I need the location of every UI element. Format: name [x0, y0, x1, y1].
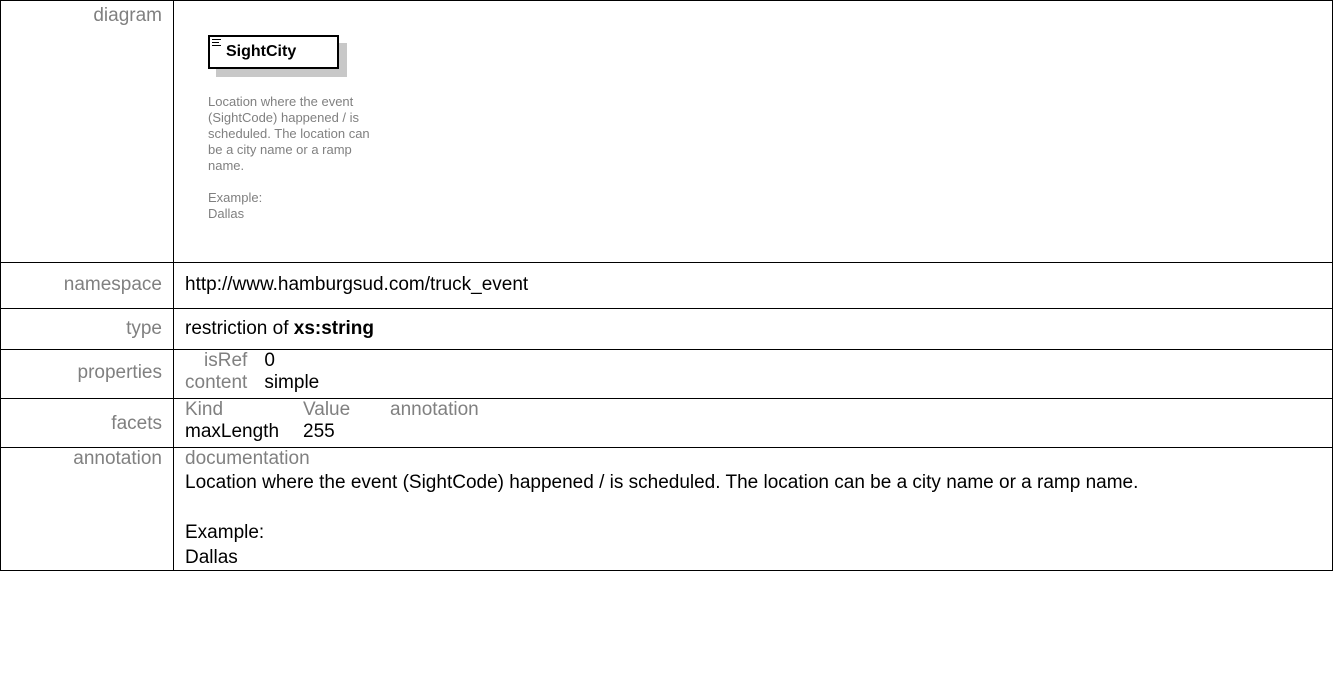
- facet-value: 255: [303, 421, 335, 442]
- schema-diagram: SightCity Location where the event (Sigh…: [185, 1, 1332, 261]
- facets-header-kind: Kind: [185, 399, 224, 420]
- property-value: simple: [264, 372, 320, 393]
- annotation-block: documentation Location where the event (…: [185, 448, 1332, 570]
- annotation-label: annotation: [73, 448, 162, 469]
- annotation-heading: documentation: [185, 448, 310, 469]
- diagram-label: diagram: [93, 5, 162, 26]
- facets-row: facets Kind Value annotation maxLength 2…: [0, 398, 1333, 448]
- facets-header-annotation: annotation: [390, 399, 479, 420]
- namespace-label: namespace: [63, 274, 162, 295]
- facet-row: maxLength 255: [185, 421, 479, 443]
- type-value: restriction of xs:string: [185, 309, 1332, 340]
- facets-header: Kind Value annotation: [185, 399, 479, 421]
- type-base-link[interactable]: xs:string: [294, 318, 374, 339]
- diagram-label-cell: diagram: [0, 0, 174, 263]
- facets-table: Kind Value annotation maxLength 255: [185, 399, 479, 443]
- diagram-cell: SightCity Location where the event (Sigh…: [173, 0, 1333, 263]
- facets-header-value: Value: [303, 399, 351, 420]
- element-node-doc: Location where the event (SightCode) hap…: [208, 94, 370, 221]
- property-value: 0: [264, 350, 275, 371]
- type-row: type restriction of xs:string: [0, 308, 1333, 350]
- element-lines-icon: [212, 39, 222, 48]
- facets-label: facets: [111, 413, 162, 434]
- annotation-row: annotation documentation Location where …: [0, 447, 1333, 571]
- properties-row: properties isRef 0 content simple: [0, 349, 1333, 399]
- property-key: content: [185, 372, 248, 393]
- property-row: content simple: [185, 372, 319, 394]
- element-doc-table: diagram SightCity Location where the eve…: [0, 0, 1333, 571]
- type-prefix: restriction of: [185, 318, 294, 339]
- property-key: isRef: [204, 350, 248, 371]
- properties-label: properties: [77, 362, 163, 383]
- diagram-row: diagram SightCity Location where the eve…: [0, 0, 1333, 263]
- element-node[interactable]: SightCity: [208, 35, 339, 69]
- element-node-name: SightCity: [226, 43, 297, 60]
- type-label: type: [126, 318, 162, 339]
- facet-kind: maxLength: [185, 421, 280, 442]
- namespace-row: namespace http://www.hamburgsud.com/truc…: [0, 262, 1333, 309]
- namespace-value: http://www.hamburgsud.com/truck_event: [185, 274, 529, 295]
- properties-table: isRef 0 content simple: [185, 350, 319, 394]
- facet-annotation: [390, 421, 479, 443]
- annotation-text: Location where the event (SightCode) hap…: [185, 472, 1139, 568]
- property-row: isRef 0: [185, 350, 319, 372]
